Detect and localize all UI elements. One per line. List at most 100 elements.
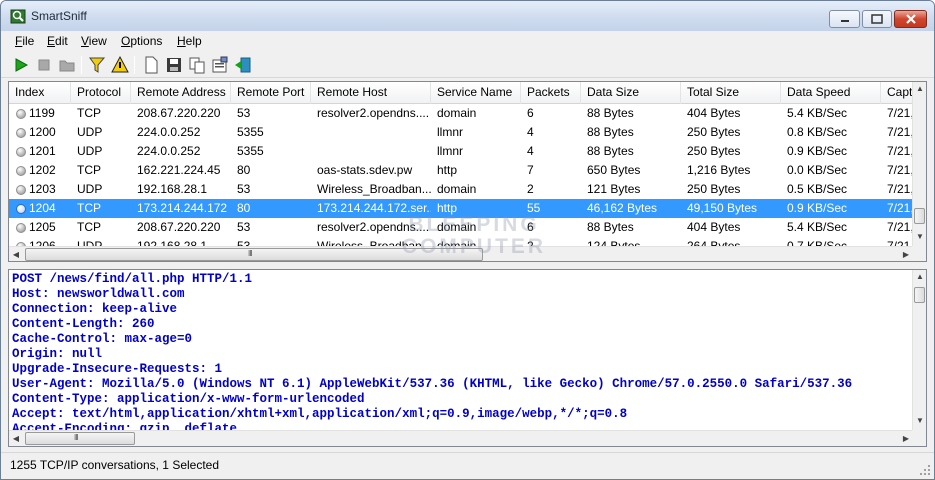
connections-list[interactable]: Index Protocol Remote Address Remote Por… bbox=[8, 81, 927, 262]
cell-remote-address: 224.0.0.252 bbox=[137, 125, 201, 139]
cell-index: 1204 bbox=[29, 201, 56, 215]
cell-protocol: UDP bbox=[77, 182, 103, 196]
exit-button[interactable] bbox=[233, 55, 253, 75]
payload-line: POST /news/find/all.php HTTP/1.1 bbox=[12, 272, 253, 286]
column-header-remote-address[interactable]: Remote Address bbox=[131, 82, 231, 104]
scroll-right-arrow-icon[interactable]: ▶ bbox=[899, 432, 913, 446]
column-header-service-name[interactable]: Service Name bbox=[431, 82, 521, 104]
warning-filter-icon bbox=[111, 55, 129, 73]
column-header-data-speed[interactable]: Data Speed bbox=[781, 82, 881, 104]
cell-data-speed: 0.7 KB/Sec bbox=[787, 239, 848, 246]
cell-index: 1199 bbox=[29, 106, 55, 120]
cell-packets: 7 bbox=[527, 163, 534, 177]
scroll-left-arrow-icon[interactable]: ◀ bbox=[9, 248, 23, 261]
properties-button[interactable] bbox=[210, 55, 230, 75]
cell-capture-time: 7/21, bbox=[887, 106, 914, 120]
table-row[interactable]: 1199 TCP 208.67.220.220 53 resolver2.opendns… bbox=[9, 104, 914, 123]
cell-remote-port: 53 bbox=[237, 106, 251, 120]
window-title: SmartSniff bbox=[31, 9, 87, 23]
cell-remote-port: 53 bbox=[237, 239, 251, 246]
display-filter-button[interactable] bbox=[110, 55, 130, 75]
close-button[interactable] bbox=[894, 10, 927, 28]
payload-line: Upgrade-Insecure-Requests: 1 bbox=[12, 362, 223, 376]
toolbar-separator bbox=[134, 56, 135, 74]
scroll-down-arrow-icon[interactable]: ▼ bbox=[913, 414, 926, 428]
cell-remote-host: resolver2.opendns.... bbox=[317, 106, 430, 120]
table-row[interactable]: 1202 TCP 162.221.224.45 80 oas-stats.sdev.pw… bbox=[9, 161, 914, 180]
title-bar[interactable]: SmartSniff bbox=[1, 1, 934, 31]
table-row[interactable]: 1204 TCP 173.214.244.172 80 173.214.244.172.… bbox=[9, 199, 914, 218]
list-horizontal-scroll-thumb[interactable]: III bbox=[25, 248, 483, 261]
scroll-down-arrow-icon[interactable]: ▼ bbox=[913, 230, 926, 244]
text-horizontal-scrollbar[interactable]: ◀ III ▶ bbox=[9, 430, 914, 446]
capture-filter-button[interactable] bbox=[87, 55, 107, 75]
menu-help[interactable]: Help bbox=[177, 34, 202, 48]
copy-button[interactable] bbox=[187, 55, 207, 75]
table-row[interactable]: 1205 TCP 208.67.220.220 53 resolver2.opendns… bbox=[9, 218, 914, 237]
cell-capture-time: 7/21, bbox=[887, 144, 914, 158]
table-row[interactable]: 1201 UDP 224.0.0.252 5355 llmnr 4 88 Bytes 250 … bbox=[9, 142, 914, 161]
cell-remote-address: 192.168.28.1 bbox=[137, 239, 208, 246]
column-header-remote-host[interactable]: Remote Host bbox=[311, 82, 431, 104]
size-grip-icon[interactable] bbox=[919, 464, 931, 476]
cell-remote-host: oas-stats.sdev.pw bbox=[317, 163, 413, 177]
text-horizontal-scroll-thumb[interactable]: III bbox=[25, 432, 135, 445]
column-header-protocol[interactable]: Protocol bbox=[71, 82, 131, 104]
menu-view[interactable]: View bbox=[81, 34, 107, 48]
maximize-button[interactable] bbox=[862, 10, 892, 28]
cell-protocol: TCP bbox=[77, 220, 101, 234]
cell-remote-address: 208.67.220.220 bbox=[137, 106, 221, 120]
table-row[interactable]: 1206 UDP 192.168.28.1 53 Wireless_Broadban..… bbox=[9, 237, 914, 246]
minimize-button[interactable] bbox=[829, 10, 860, 28]
column-header-remote-port[interactable]: Remote Port bbox=[231, 82, 311, 104]
list-vertical-scroll-thumb[interactable] bbox=[914, 208, 925, 224]
cell-service-name: http bbox=[437, 163, 458, 177]
cell-packets: 55 bbox=[527, 201, 541, 215]
text-vertical-scroll-thumb[interactable] bbox=[914, 287, 925, 303]
close-icon bbox=[905, 14, 916, 24]
column-header-total-size[interactable]: Total Size bbox=[681, 82, 781, 104]
exit-icon bbox=[235, 57, 251, 73]
save-icon bbox=[167, 58, 181, 72]
cell-data-size: 121 Bytes bbox=[587, 182, 641, 196]
copy-icon bbox=[189, 57, 205, 74]
table-row[interactable]: 1200 UDP 224.0.0.252 5355 llmnr 4 88 Bytes 250 … bbox=[9, 123, 914, 142]
stop-capture-button[interactable] bbox=[34, 55, 54, 75]
scroll-up-arrow-icon[interactable]: ▲ bbox=[913, 270, 926, 284]
scroll-corner bbox=[912, 246, 926, 261]
cell-remote-host: Wireless_Broadban... bbox=[317, 239, 431, 246]
column-header-data-size[interactable]: Data Size bbox=[581, 82, 681, 104]
cell-capture-time: 7/21, bbox=[887, 201, 914, 215]
cell-data-speed: 5.4 KB/Sec bbox=[787, 106, 848, 120]
cell-remote-address: 192.168.28.1 bbox=[137, 182, 208, 196]
menu-options-accel: O bbox=[121, 34, 131, 48]
scroll-left-arrow-icon[interactable]: ◀ bbox=[9, 432, 23, 446]
payload-text-pane[interactable]: POST /news/find/all.php HTTP/1.1 Host: ne… bbox=[8, 269, 927, 447]
menu-help-accel: H bbox=[177, 34, 186, 48]
cell-remote-host bbox=[311, 142, 431, 161]
properties-icon bbox=[212, 56, 228, 73]
scroll-up-arrow-icon[interactable]: ▲ bbox=[913, 82, 926, 96]
cell-data-speed: 0.9 KB/Sec bbox=[787, 201, 848, 215]
text-vertical-scrollbar[interactable]: ▲ ▼ bbox=[912, 270, 926, 430]
cell-data-size: 46,162 Bytes bbox=[587, 201, 658, 215]
cell-service-name: domain bbox=[437, 182, 477, 196]
smartsniff-app-icon bbox=[10, 9, 26, 24]
list-horizontal-scrollbar[interactable]: ◀ III ▶ bbox=[9, 246, 914, 261]
menu-edit[interactable]: Edit bbox=[47, 34, 68, 48]
menu-file[interactable]: File bbox=[15, 34, 34, 48]
new-button[interactable] bbox=[141, 55, 161, 75]
scroll-right-arrow-icon[interactable]: ▶ bbox=[899, 248, 913, 261]
column-header-packets[interactable]: Packets bbox=[521, 82, 581, 104]
menu-view-accel: V bbox=[81, 34, 89, 48]
table-row[interactable]: 1203 UDP 192.168.28.1 53 Wireless_Broadban..… bbox=[9, 180, 914, 199]
list-vertical-scrollbar[interactable]: ▲ ▼ bbox=[912, 82, 926, 246]
cell-index: 1200 bbox=[29, 125, 56, 139]
open-button[interactable] bbox=[57, 55, 77, 75]
column-header-index[interactable]: Index bbox=[9, 82, 71, 104]
menu-options[interactable]: Options bbox=[121, 34, 162, 48]
cell-remote-address: 162.221.224.45 bbox=[137, 163, 221, 177]
cell-capture-time: 7/21, bbox=[887, 239, 914, 246]
start-capture-button[interactable] bbox=[11, 55, 31, 75]
save-button[interactable] bbox=[164, 55, 184, 75]
